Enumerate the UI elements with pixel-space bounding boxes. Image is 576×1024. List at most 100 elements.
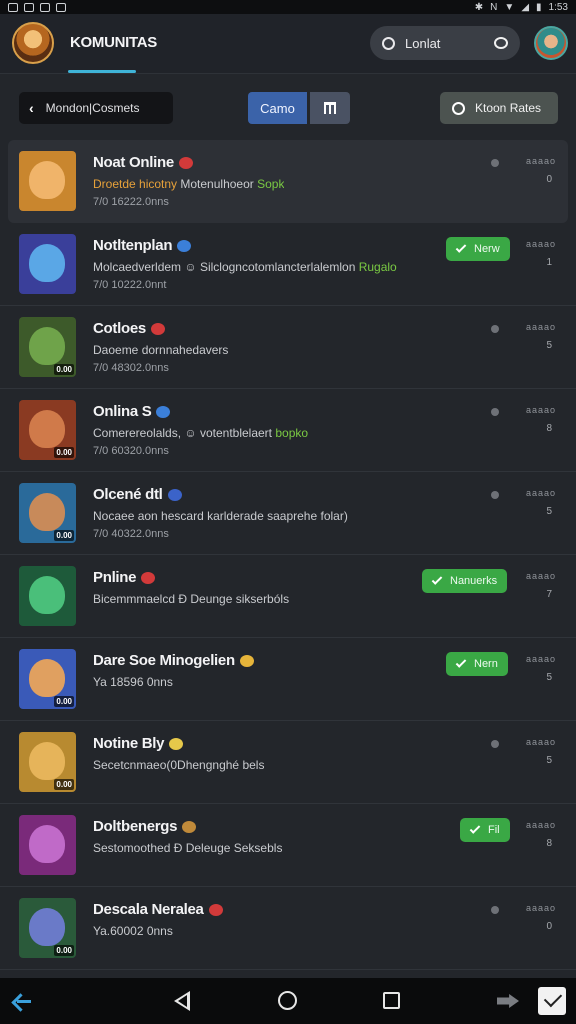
item-timestamp: 7/0 40322.0nns — [93, 528, 169, 540]
item-count: 5 — [546, 506, 552, 517]
back-chevron-icon: ‹ — [29, 100, 34, 116]
page-title[interactable]: KOMUNITAS — [70, 34, 157, 51]
profile-avatar[interactable] — [534, 26, 568, 60]
list-item[interactable]: 0.00 Notine Bly Secetcnmaeo(0Dhengnghé bel… — [0, 721, 576, 804]
camo-label: Camo — [260, 100, 295, 116]
clock: 1:53 — [548, 1, 568, 13]
character-art — [29, 161, 65, 199]
unread-dot — [491, 408, 499, 416]
moderator-filter-button[interactable]: ‹ Mondon|Cosmets — [19, 92, 173, 124]
description-text: Daoeme dornnahedavers — [93, 343, 229, 357]
list-item[interactable]: Doltbenergs Sestomoothed Ð Deleuge Sekseb… — [0, 804, 576, 887]
community-list: Noat Online Droetde hicotny Motenulhoeor … — [0, 140, 576, 978]
status-action-label: Nern — [474, 658, 498, 670]
list-item[interactable]: Noat Online Droetde hicotny Motenulhoeor … — [8, 140, 568, 223]
list-item[interactable]: 0.00 Dare Soe Minogelien Ya 18596 0nns Nern… — [0, 638, 576, 721]
checkbox-icon[interactable] — [538, 987, 566, 1015]
item-title: Dare Soe Minogelien — [93, 652, 254, 669]
share-arrow-icon[interactable] — [14, 992, 32, 1010]
item-title: Cotloes — [93, 320, 165, 337]
item-count: 0 — [546, 174, 552, 185]
status-emoji-icon — [156, 405, 171, 418]
moderator-filter-label: Mondon|Cosmets — [45, 101, 140, 115]
notification-icons — [8, 2, 66, 12]
item-timestamp: 7/0 16222.0nns — [93, 196, 169, 208]
level-badge: 0.00 — [54, 364, 74, 375]
grid-view-button[interactable] — [310, 92, 350, 124]
list-item[interactable]: MeltbertagsSecerrnnoaet Ð Deneunt ébetsd… — [0, 970, 576, 978]
item-title: Notltenplan — [93, 237, 192, 254]
list-item[interactable]: 0.00 Olcené dtl Nocaee aon hescard karlder… — [0, 472, 576, 555]
item-meta: aaaao — [525, 239, 556, 249]
character-art — [29, 742, 65, 780]
list-item[interactable]: 0.00 Cotloes Daoeme dornnahedavers 7/0 4830… — [0, 306, 576, 389]
status-action-button[interactable]: Nanuerks — [422, 569, 508, 593]
description-tag: Sopk — [257, 177, 285, 191]
community-thumbnail: 0.00 — [19, 732, 76, 792]
unread-dot — [491, 159, 499, 167]
status-action-button[interactable]: Nerw — [446, 237, 510, 261]
level-badge: 0.00 — [54, 447, 74, 458]
item-timestamp: 7/0 60320.0nns — [93, 445, 169, 457]
list-item[interactable]: 0.00 Descala Neralea Ya.60002 0nns aaaao 0 — [0, 887, 576, 970]
signal-icon: ◢ — [521, 1, 530, 13]
item-title-text: Descala Neralea — [93, 901, 204, 918]
search-bar[interactable]: Lonlat — [370, 26, 520, 60]
search-icon — [382, 36, 395, 50]
description-text: Comerereolalds, ☺ votentblelaert — [93, 426, 276, 440]
check-icon — [455, 657, 467, 668]
app-header: KOMUNITAS Lonlat — [0, 14, 576, 74]
active-tab-indicator — [68, 70, 136, 73]
level-badge: 0.00 — [54, 945, 74, 956]
status-action-button[interactable]: Nern — [446, 652, 508, 676]
toggle-icon[interactable] — [494, 37, 508, 49]
character-art — [29, 825, 65, 863]
description-text: Ya.60002 0nns — [93, 924, 173, 938]
item-title: Olcené dtl — [93, 486, 182, 503]
item-title-text: Doltbenergs — [93, 818, 178, 835]
description-text: Sestomoothed Ð Deleuge Seksebls — [93, 841, 283, 855]
notification-icon — [8, 2, 18, 12]
description-text: Bicemmmaelcd Ð Deunge sikserbóls — [93, 592, 290, 606]
community-thumbnail — [19, 566, 76, 626]
status-action-button[interactable]: Fil — [460, 818, 510, 842]
item-title: Doltbenergs — [93, 818, 197, 835]
item-title-text: Cotloes — [93, 320, 146, 337]
unread-dot — [491, 740, 499, 748]
character-art — [29, 493, 65, 531]
status-action-label: Nanuerks — [450, 575, 498, 587]
item-description: Nocaee aon hescard karlderade saaprehe f… — [93, 509, 348, 523]
item-title-text: Pnline — [93, 569, 137, 586]
character-art — [29, 908, 65, 946]
back-button[interactable] — [174, 991, 190, 1011]
status-emoji-icon — [167, 488, 182, 501]
notification-icon — [24, 2, 34, 12]
item-description: Ya 18596 0nns — [93, 675, 173, 689]
level-badge: 0.00 — [54, 696, 74, 707]
item-timestamp: 7/0 48302.0nns — [93, 362, 169, 374]
item-count: 8 — [546, 423, 552, 434]
list-item[interactable]: Pnline Bicemmmaelcd Ð Deunge sikserbóls Na… — [0, 555, 576, 638]
item-count: 5 — [546, 340, 552, 351]
list-item[interactable]: Notltenplan Molcaedverldem ☺ Silclogncoto… — [0, 223, 576, 306]
level-badge: 0.00 — [54, 779, 74, 790]
item-title: Descala Neralea — [93, 901, 223, 918]
unread-dot — [491, 906, 499, 914]
item-meta: aaaao — [525, 405, 556, 415]
community-thumbnail: 0.00 — [19, 317, 76, 377]
description-tag: bopko — [275, 426, 309, 440]
camo-button[interactable]: Camo — [248, 92, 307, 124]
rates-button[interactable]: Ktoon Rates — [440, 92, 558, 124]
community-thumbnail — [19, 815, 76, 875]
item-count: 0 — [546, 921, 552, 932]
character-art — [29, 659, 65, 697]
recents-button[interactable] — [383, 992, 400, 1009]
character-art — [29, 576, 65, 614]
status-bar: ✱ N ▼ ◢ ▮ 1:53 — [0, 0, 576, 14]
list-item[interactable]: 0.00 Onlina S Comerereolalds, ☺ votentblel… — [0, 389, 576, 472]
forward-icon[interactable] — [497, 994, 519, 1008]
community-logo[interactable] — [12, 22, 54, 64]
home-button[interactable] — [278, 991, 297, 1010]
description-tag: Rugalo — [358, 260, 397, 274]
check-icon — [431, 574, 443, 585]
